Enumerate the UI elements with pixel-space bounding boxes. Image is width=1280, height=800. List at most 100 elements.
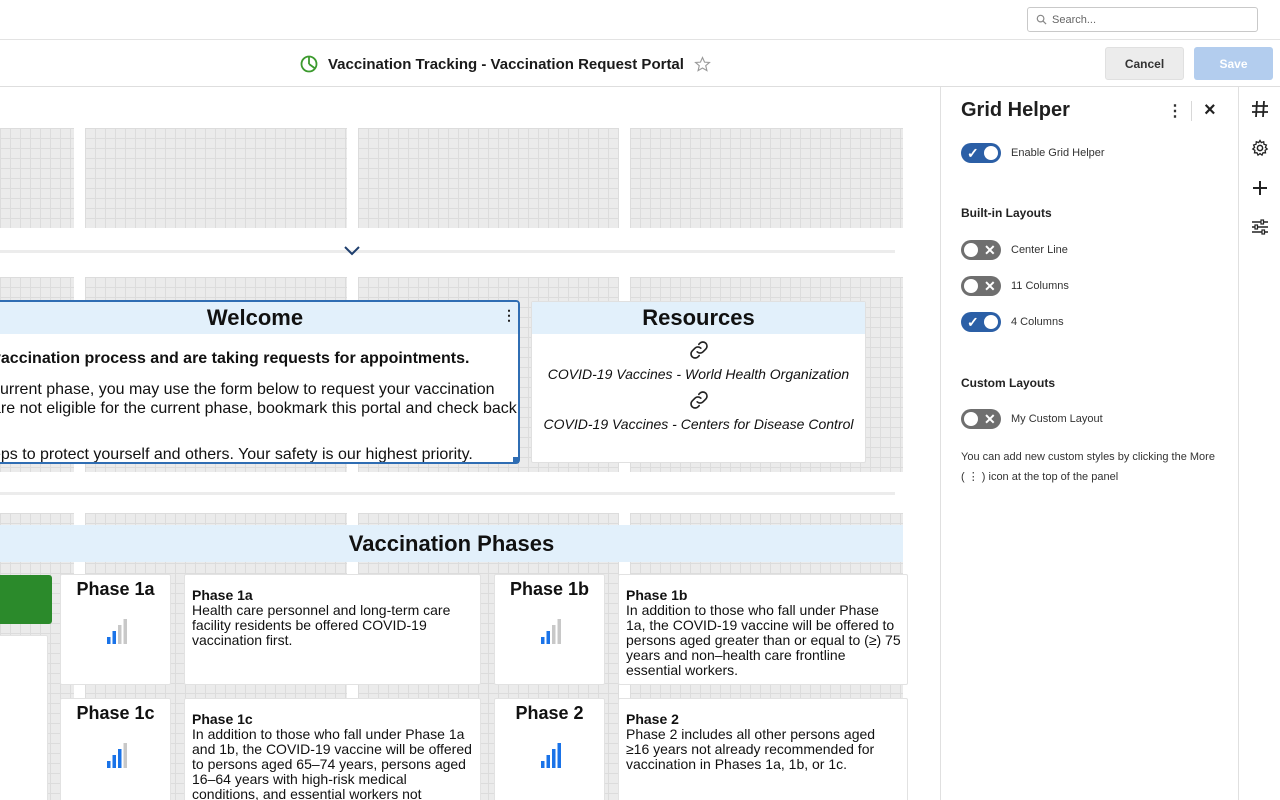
signal-bar <box>541 637 545 644</box>
phase-title: Phase 1c <box>76 703 155 723</box>
signal-bar <box>107 761 111 768</box>
welcome-line: current phase, you may use the form belo… <box>0 381 495 398</box>
welcome-line: vaccination process and are taking reque… <box>0 350 470 367</box>
my-custom-layout-toggle[interactable]: ✕ <box>961 409 1001 429</box>
four-columns-toggle[interactable]: ✓ <box>961 312 1001 332</box>
phase-description: Phase 2 Phase 2 includes all other perso… <box>626 712 901 772</box>
page-title: Vaccination Tracking - Vaccination Reque… <box>328 55 684 73</box>
phase-title: Phase 2 <box>515 703 584 723</box>
welcome-body: vaccination process and are taking reque… <box>0 349 518 463</box>
sliders-icon[interactable] <box>1250 217 1270 237</box>
request-button[interactable] <box>0 575 52 624</box>
more-options-icon[interactable]: ⋮ <box>1167 101 1183 121</box>
four-columns-label: 4 Columns <box>1011 316 1064 328</box>
signal-bar <box>546 755 550 768</box>
resources-title: Resources <box>532 302 865 334</box>
chevron-down-icon[interactable] <box>343 245 361 257</box>
phase-description: Phase 1a Health care personnel and long-… <box>192 588 477 648</box>
phase-desc-text: Phase 2 includes all other persons aged … <box>626 726 876 772</box>
welcome-line: are not eligible for the current phase, … <box>0 400 517 417</box>
title-bar: Vaccination Tracking - Vaccination Reque… <box>0 40 1280 87</box>
search-input[interactable] <box>1052 11 1252 29</box>
signal-bar <box>541 761 545 768</box>
enable-grid-label: Enable Grid Helper <box>1011 147 1105 159</box>
section-divider <box>0 492 895 495</box>
phase-desc-text: In addition to those who fall under Phas… <box>192 726 472 800</box>
signal-icon <box>541 743 561 768</box>
cancel-button[interactable]: Cancel <box>1105 47 1184 80</box>
signal-icon <box>541 619 561 644</box>
x-icon: ✕ <box>984 411 996 427</box>
center-line-label: Center Line <box>1011 244 1068 256</box>
search-icon <box>1036 14 1047 25</box>
welcome-panel[interactable]: Welcome vaccination process and are taki… <box>0 300 520 464</box>
tool-rail <box>1238 87 1280 800</box>
resource-link-cdc[interactable]: COVID-19 Vaccines - Centers for Disease … <box>532 416 865 432</box>
phase-desc-title: Phase 1a <box>192 587 253 603</box>
x-icon: ✕ <box>984 278 996 294</box>
resource-link-who[interactable]: COVID-19 Vaccines - World Health Organiz… <box>532 366 865 382</box>
check-icon: ✓ <box>967 314 979 330</box>
favorite-star-icon[interactable] <box>694 55 711 73</box>
header-separator <box>1191 101 1192 121</box>
section-divider <box>0 250 895 253</box>
resources-panel[interactable]: Resources COVID-19 Vaccines - World Heal… <box>531 301 866 463</box>
grid-column <box>358 128 619 228</box>
phase-title: Phase 1a <box>76 579 155 599</box>
phase-desc-text: Health care personnel and long-term care… <box>192 602 451 648</box>
center-line-toggle[interactable]: ✕ <box>961 240 1001 260</box>
eleven-columns-toggle[interactable]: ✕ <box>961 276 1001 296</box>
grid-column <box>0 128 74 228</box>
phase-desc-text: In addition to those who fall under Phas… <box>626 602 901 678</box>
signal-bar <box>107 637 111 644</box>
panel-more-icon[interactable]: ⋮ <box>502 307 516 324</box>
link-icon <box>532 339 865 366</box>
dashboard-chart-icon <box>300 55 318 73</box>
search-box[interactable] <box>1027 7 1258 32</box>
top-bar <box>0 0 1280 40</box>
phase-title: Phase 1b <box>509 579 590 599</box>
close-icon[interactable]: × <box>1204 99 1216 122</box>
plus-icon[interactable] <box>1250 178 1270 198</box>
signal-icon <box>107 619 127 644</box>
phases-title: Vaccination Phases <box>0 525 903 562</box>
builtin-layouts-heading: Built-in Layouts <box>961 206 1052 220</box>
signal-bar <box>557 619 561 644</box>
side-card <box>0 635 48 800</box>
grid-column <box>630 128 903 228</box>
signal-bar <box>112 631 116 644</box>
phase-desc-title: Phase 2 <box>626 711 679 727</box>
welcome-line: eps to protect yourself and others. Your… <box>0 446 473 463</box>
custom-layout-help-text: You can add new custom styles by clickin… <box>961 451 1215 483</box>
signal-bar <box>552 625 556 644</box>
signal-bar <box>118 749 122 768</box>
check-icon: ✓ <box>967 145 979 161</box>
grid-helper-panel: Grid Helper ⋮ × ✓ Enable Grid Helper Bui… <box>940 87 1238 800</box>
eleven-columns-label: 11 Columns <box>1011 280 1069 292</box>
signal-bar <box>123 743 127 768</box>
enable-grid-toggle[interactable]: ✓ <box>961 143 1001 163</box>
phase-description: Phase 1b In addition to those who fall u… <box>626 588 901 678</box>
x-icon: ✕ <box>984 242 996 258</box>
custom-layouts-heading: Custom Layouts <box>961 376 1056 390</box>
link-icon <box>532 389 865 416</box>
panel-title: Grid Helper <box>961 99 1070 121</box>
signal-bar <box>112 755 116 768</box>
grid-column <box>85 128 347 228</box>
signal-bar <box>546 631 550 644</box>
resize-handle[interactable] <box>513 457 519 463</box>
dashboard-canvas[interactable]: Welcome vaccination process and are taki… <box>0 87 940 800</box>
welcome-title: Welcome <box>0 302 518 334</box>
phase-desc-title: Phase 1b <box>626 587 688 603</box>
grid-hash-icon[interactable] <box>1250 99 1270 119</box>
signal-bar <box>118 625 122 644</box>
signal-bar <box>557 743 561 768</box>
signal-icon <box>107 743 127 768</box>
save-button[interactable]: Save <box>1194 47 1273 80</box>
gear-icon[interactable] <box>1250 138 1270 158</box>
signal-bar <box>552 749 556 768</box>
signal-bar <box>123 619 127 644</box>
my-custom-layout-label: My Custom Layout <box>1011 413 1103 425</box>
page-title-group: Vaccination Tracking - Vaccination Reque… <box>300 53 711 75</box>
phase-desc-title: Phase 1c <box>192 711 253 727</box>
